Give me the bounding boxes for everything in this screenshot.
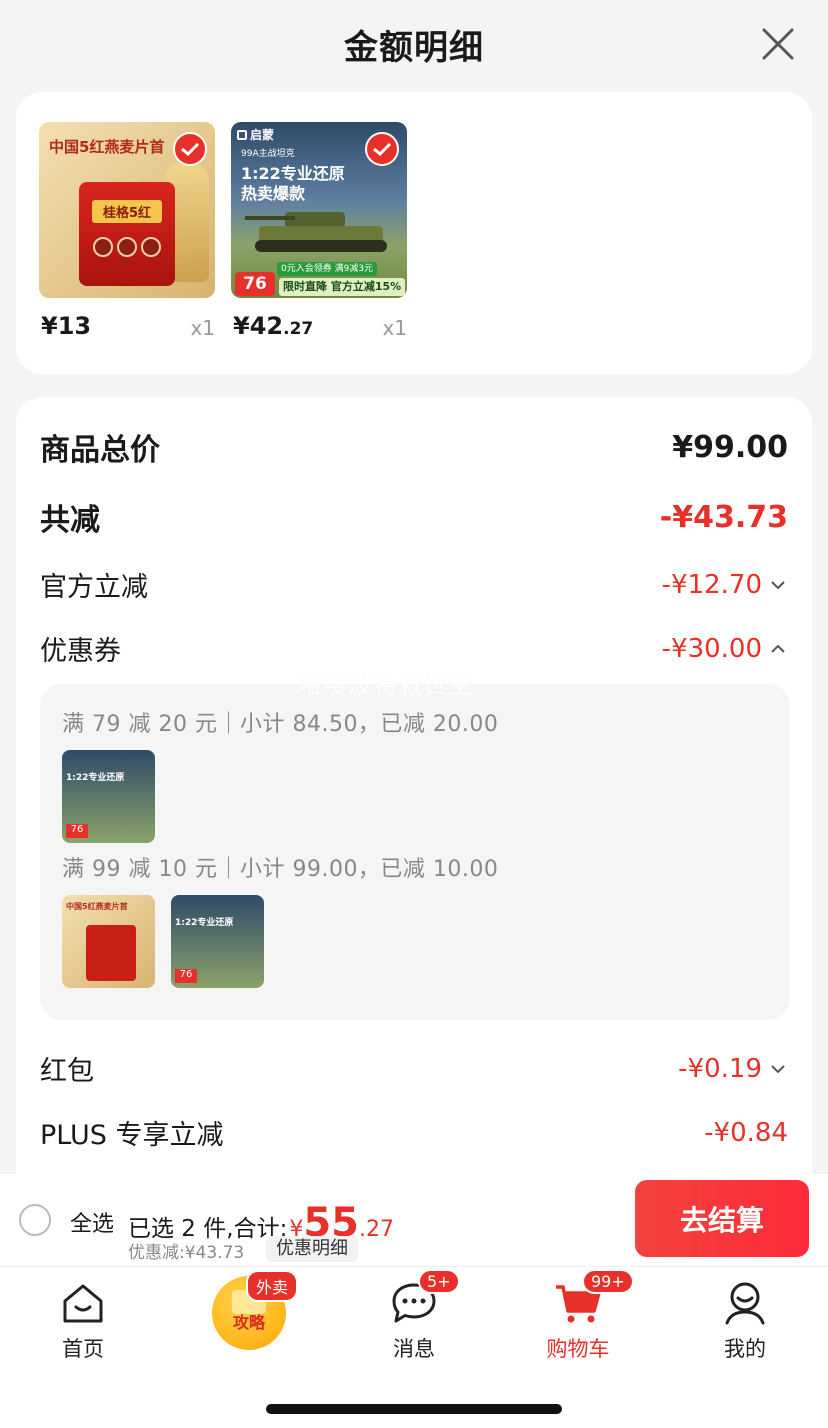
- select-all-label[interactable]: 全选: [70, 1206, 114, 1238]
- discount-detail-button[interactable]: 优惠明细: [266, 1236, 358, 1262]
- mini-oatmeal-text: 中国5红燕麦片首: [66, 902, 128, 911]
- tab-home-label: 首页: [62, 1337, 104, 1361]
- home-indicator: [266, 1404, 562, 1414]
- coupon-item-tank-thumb: 1:22专业还原 76: [62, 750, 155, 843]
- oatmeal-banner-text: 中国5红燕麦片首: [49, 138, 165, 156]
- close-icon[interactable]: [758, 24, 798, 64]
- total-price-label: 商品总价: [40, 433, 160, 468]
- product-item-tank[interactable]: 启蒙 99A主战坦克 1:22专业还原 热卖爆款 0元入会领券 满9减3元 76…: [231, 122, 407, 340]
- tab-messages[interactable]: 5+ 消息: [354, 1269, 474, 1363]
- user-icon: [725, 1282, 765, 1325]
- total-reduce-value: -¥43.73: [659, 499, 788, 535]
- red-packet-value: -¥0.19: [678, 1054, 788, 1084]
- oatmeal-package: 桂格5红: [79, 182, 175, 286]
- total-reduce-label: 共减: [40, 503, 100, 538]
- messages-icon-wrap: 5+: [390, 1269, 460, 1327]
- coupon-item-tank-thumb: 1:22专业还原 76: [171, 895, 264, 988]
- red-packet-label: 红包: [40, 1056, 94, 1087]
- watermark: 哈喽波特救世主: [298, 671, 473, 699]
- brand-logo: 启蒙: [237, 126, 274, 143]
- chevron-down-icon[interactable]: [768, 578, 788, 592]
- tank-top-text: 99A主战坦克: [241, 149, 295, 159]
- tab-mine-label: 我的: [724, 1337, 766, 1361]
- official-discount-value: -¥12.70: [662, 570, 788, 600]
- mini-price-tag: 76: [175, 969, 197, 983]
- promo-badge: 外卖: [246, 1270, 299, 1302]
- coupon-rule-1: 满 79 减 20 元｜小计 84.50，已减 20.00: [62, 712, 499, 737]
- mini-price-tag: 76: [66, 824, 88, 838]
- tank-graphic: [245, 212, 387, 252]
- coupon-breakdown: 满 79 减 20 元｜小计 84.50，已减 20.00 1:22专业还原 7…: [40, 684, 790, 1020]
- select-all-radio[interactable]: [19, 1204, 51, 1236]
- page-title: 金额明细: [344, 27, 484, 68]
- oatmeal-label: 桂格5红: [92, 200, 162, 223]
- product-item-oatmeal[interactable]: 中国5红燕麦片首 桂格5红 ¥13 x1: [39, 122, 215, 340]
- coupon-rule-2: 满 99 减 10 元｜小计 99.00，已减 10.00: [62, 857, 499, 882]
- tank-promo-note: 0元入会领券 满9减3元: [277, 262, 378, 276]
- tab-cart[interactable]: 99+ 购物车: [518, 1269, 638, 1363]
- oatmeal-bowls: [79, 237, 175, 257]
- checkout-button[interactable]: 去结算: [635, 1180, 809, 1257]
- product-quantity: x1: [382, 316, 407, 340]
- plus-discount-label: PLUS 专享立减: [40, 1120, 224, 1151]
- selected-check-icon[interactable]: [173, 132, 207, 166]
- product-quantity: x1: [190, 316, 215, 340]
- mini-tank-text: 1:22专业还原: [175, 918, 234, 928]
- promo-label: 限时直降 官方立减15%: [279, 278, 406, 296]
- tab-home[interactable]: 首页: [23, 1279, 143, 1363]
- cart-icon-wrap: 99+: [554, 1269, 634, 1327]
- mini-tank-text: 1:22专业还原: [66, 773, 125, 783]
- row-red-packet[interactable]: 红包 -¥0.19: [40, 1049, 788, 1088]
- header: 金额明细: [0, 0, 828, 88]
- product-price: ¥13: [41, 312, 92, 340]
- home-icon: [63, 1284, 103, 1323]
- mini-oatmeal-pack: [86, 925, 136, 981]
- selected-products-card: 中国5红燕麦片首 桂格5红 ¥13 x1 启蒙 99A主战坦克 1:22专业还原…: [16, 92, 812, 374]
- product-image-tank: 启蒙 99A主战坦克 1:22专业还原 热卖爆款 0元入会领券 满9减3元 76…: [231, 122, 407, 298]
- promo-price-tag: 76: [235, 272, 275, 296]
- tab-cart-label: 购物车: [546, 1337, 610, 1361]
- product-price: ¥42.27: [233, 312, 314, 340]
- price-details-card: 商品总价 ¥99.00 共减 -¥43.73 官方立减 -¥12.70 优惠券 …: [16, 397, 812, 1197]
- official-discount-label: 官方立减: [40, 572, 148, 603]
- chevron-up-icon[interactable]: [768, 642, 788, 656]
- coupon-label: 优惠券: [40, 636, 121, 667]
- tab-messages-label: 消息: [393, 1337, 435, 1361]
- row-coupon[interactable]: 优惠券 -¥30.00: [40, 629, 788, 668]
- discount-summary: 优惠减:¥43.73: [128, 1243, 245, 1263]
- messages-badge: 5+: [418, 1269, 460, 1294]
- bottom-tab-bar: 首页 5+ 消息 99+ 购物车 我的: [0, 1266, 828, 1428]
- tab-mine[interactable]: 我的: [685, 1279, 805, 1363]
- total-decimal: .27: [359, 1217, 394, 1242]
- plus-discount-value: -¥0.84: [704, 1117, 788, 1148]
- total-price-value: ¥99.00: [672, 429, 788, 465]
- row-official-discount[interactable]: 官方立减 -¥12.70: [40, 565, 788, 604]
- checkout-bar: 全选 已选 2 件,合计: ¥ 55 .27 优惠减:¥43.73 优惠明细 去…: [0, 1174, 828, 1266]
- row-total-price: 商品总价 ¥99.00: [40, 425, 788, 469]
- row-total-reduce: 共减 -¥43.73: [40, 495, 788, 539]
- cart-badge: 99+: [582, 1269, 634, 1294]
- selected-check-icon[interactable]: [365, 132, 399, 166]
- row-plus-discount: PLUS 专享立减 -¥0.84: [40, 1113, 788, 1152]
- chevron-down-icon[interactable]: [768, 1062, 788, 1076]
- tab-promo-delivery[interactable]: 攻略 外卖: [212, 1270, 299, 1350]
- product-image-oatmeal: 中国5红燕麦片首 桂格5红: [39, 122, 215, 298]
- coupon-item-oatmeal-thumb: 中国5红燕麦片首: [62, 895, 155, 988]
- coupon-value: -¥30.00: [662, 634, 788, 664]
